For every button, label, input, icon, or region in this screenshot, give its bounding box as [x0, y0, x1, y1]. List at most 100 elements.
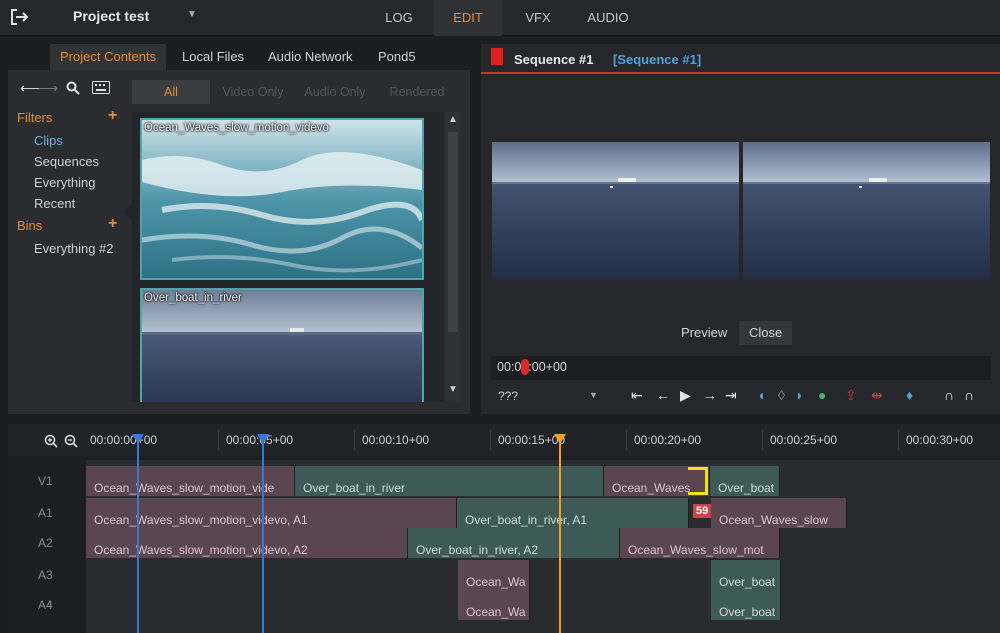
out-marker-handle[interactable] — [257, 434, 269, 444]
search-icon[interactable] — [66, 81, 80, 95]
overwrite-icon[interactable]: ⇹ — [871, 387, 883, 403]
viewer-scrubber[interactable]: 00:00:00+00 — [491, 356, 991, 380]
forward-arrow-icon[interactable]: ⟶ — [38, 80, 58, 97]
clip-name: Ocean_Waves_slow_motion_videvo — [144, 122, 329, 134]
selection-pointer — [122, 204, 132, 220]
tick-divider — [626, 430, 627, 450]
chevron-down-icon[interactable]: ▼ — [589, 390, 598, 400]
tab-edit[interactable]: EDIT — [434, 0, 502, 36]
go-to-end-icon[interactable]: ⇥ — [725, 387, 737, 403]
scroll-down-icon[interactable]: ▼ — [448, 384, 458, 395]
unknown-select[interactable]: ??? — [498, 389, 518, 403]
bin-everything-2[interactable]: Everything #2 — [34, 241, 114, 256]
chevron-down-icon[interactable]: ▼ — [187, 9, 197, 20]
timeline-clip[interactable]: Ocean_Waves_slow — [711, 498, 847, 528]
tab-audio[interactable]: AUDIO — [576, 0, 640, 36]
timeline-clip[interactable]: Ocean_Waves_slow_mot — [620, 528, 780, 558]
tick-divider — [762, 430, 763, 450]
timeline-clip[interactable]: Ocean_Waves_slow_motion_videvo, A1 — [86, 498, 457, 528]
timeline-clip[interactable]: Ocean_Wa — [458, 560, 530, 590]
tick-label: 00:00:30+00 — [906, 433, 974, 447]
clip-thumbnail[interactable]: Over_boat_in_river — [140, 288, 424, 402]
track-area[interactable]: Ocean_Waves_slow_motion_vide Over_boat_i… — [86, 460, 1000, 633]
marker-icon[interactable]: ● — [818, 387, 826, 403]
subtab-all[interactable]: All — [132, 80, 210, 104]
zoom-in-icon[interactable] — [44, 434, 58, 448]
river-boat-image — [492, 142, 739, 280]
timeline-clip[interactable]: Ocean_Waves_slow_motion_videvo, A2 — [86, 528, 408, 558]
timecode: 00:00:00+00 — [497, 360, 567, 374]
top-bar: Project test ▼ LOG EDIT VFX AUDIO — [0, 0, 1000, 36]
insert-icon[interactable]: ⇪ — [845, 387, 857, 403]
tick-label: 00:00:10+00 — [362, 433, 430, 447]
exit-icon[interactable] — [8, 6, 30, 28]
left-tabs: Project Contents Local Files Audio Netwo… — [0, 40, 470, 70]
close-button[interactable]: Close — [739, 321, 793, 345]
keyboard-icon[interactable] — [92, 81, 110, 94]
track-label-v1[interactable]: V1 — [38, 474, 53, 488]
timeline-clip[interactable]: Over_boat_in_river — [295, 466, 604, 496]
track-label-a4[interactable]: A4 — [38, 598, 53, 612]
track-label-a2[interactable]: A2 — [38, 536, 53, 550]
preview-button[interactable]: Preview — [671, 321, 737, 345]
tab-log[interactable]: LOG — [372, 0, 426, 36]
river-boat-image — [142, 290, 422, 402]
trim-bracket[interactable] — [688, 467, 708, 495]
redo-icon[interactable]: ∩ — [964, 387, 974, 403]
clip-thumbnail[interactable]: Ocean_Waves_slow_motion_videvo — [140, 118, 424, 280]
mark-clip-icon[interactable]: ◊ — [778, 387, 785, 403]
filters-heading: Filters — [17, 110, 53, 125]
filter-sequences[interactable]: Sequences — [34, 154, 99, 169]
microphone-icon[interactable]: ♦ — [906, 387, 913, 403]
tab-vfx[interactable]: VFX — [512, 0, 564, 36]
sequence-marker-icon — [491, 48, 503, 65]
source-monitor[interactable] — [492, 142, 739, 280]
timeline-clip[interactable]: Over_boat_in_river, A1 — [457, 498, 689, 528]
subtab-audio-only[interactable]: Audio Only — [296, 80, 374, 104]
go-to-start-icon[interactable]: ⇤ — [631, 387, 643, 403]
in-marker-handle[interactable] — [132, 434, 144, 444]
subtab-rendered[interactable]: Rendered — [378, 80, 456, 104]
tab-project-contents[interactable]: Project Contents — [50, 44, 167, 70]
project-title[interactable]: Project test — [73, 8, 149, 24]
timeline-clip[interactable]: Ocean_Wa — [458, 590, 530, 620]
step-forward-icon[interactable]: → — [703, 387, 717, 403]
playhead-line[interactable] — [559, 438, 561, 633]
filter-recent[interactable]: Recent — [34, 196, 75, 211]
playhead-handle[interactable] — [554, 434, 566, 444]
timeline-clip[interactable]: Over_boat — [710, 466, 780, 496]
filter-clips[interactable]: Clips — [34, 133, 63, 148]
zoom-out-icon[interactable] — [64, 434, 78, 448]
tick-divider — [490, 430, 491, 450]
project-contents-panel: ⟵ ⟶ Filters + Clips Sequences Everything… — [8, 70, 470, 414]
undo-icon[interactable]: ∩ — [944, 387, 954, 403]
track-label-a1[interactable]: A1 — [38, 506, 53, 520]
in-marker-line[interactable] — [137, 438, 139, 633]
filter-everything[interactable]: Everything — [34, 175, 95, 190]
add-bin-icon[interactable]: + — [108, 215, 117, 233]
clip-scrollbar[interactable]: ▲ ▼ — [446, 112, 460, 402]
tab-pond5[interactable]: Pond5 — [368, 44, 426, 70]
scroll-up-icon[interactable]: ▲ — [448, 114, 458, 125]
mark-out-icon[interactable]: ◗ — [795, 387, 803, 403]
timeline-clip[interactable]: Over_boat — [711, 590, 781, 620]
play-icon[interactable]: ▶ — [680, 387, 691, 403]
sequence-title: Sequence #1 — [514, 52, 594, 67]
step-back-icon[interactable]: ← — [656, 387, 670, 403]
subtab-video-only[interactable]: Video Only — [214, 80, 292, 104]
scrubber-handle[interactable] — [521, 359, 529, 375]
tab-local-files[interactable]: Local Files — [172, 44, 254, 70]
tick-label: 00:00:25+00 — [770, 433, 838, 447]
scroll-thumb[interactable] — [448, 132, 458, 332]
record-monitor[interactable] — [743, 142, 990, 280]
tick-label: 00:00:00+00 — [90, 433, 158, 447]
out-marker-line[interactable] — [262, 438, 264, 633]
track-label-a3[interactable]: A3 — [38, 568, 53, 582]
mark-in-icon[interactable]: ◖ — [757, 387, 765, 403]
timeline-ruler[interactable]: 00:00:00+00 00:00:05+00 00:00:10+00 00:0… — [8, 424, 1000, 456]
tab-audio-network[interactable]: Audio Network — [258, 44, 363, 70]
clip-filter-tabs: All Video Only Audio Only Rendered — [132, 80, 466, 104]
add-filter-icon[interactable]: + — [108, 107, 117, 125]
timeline-clip[interactable]: Over_boat_in_river, A2 — [408, 528, 620, 558]
timeline-clip[interactable]: Over_boat — [711, 560, 781, 590]
